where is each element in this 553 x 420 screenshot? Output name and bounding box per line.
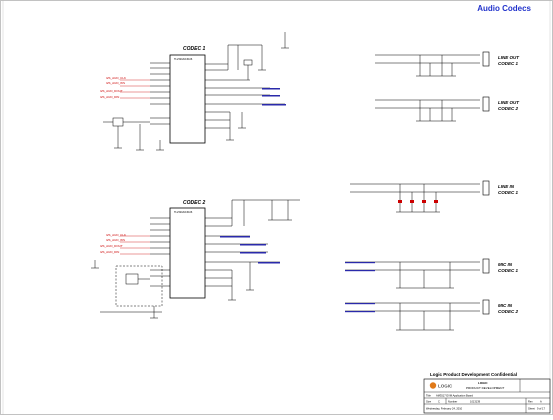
connector-mic-in-2: MIC IN CODEC 2 — [345, 299, 519, 331]
tb-title-label: Title — [426, 394, 431, 398]
codec1-net-clk: I2S_AUD_CLK — [106, 76, 126, 80]
codec1-part: TLV320AIC3106 — [174, 58, 193, 61]
conn5-line2: CODEC 2 — [498, 309, 519, 314]
codec1-block: CODEC 1 TLV320AIC3106 I2S_AUD_CLK I2S_AU… — [100, 32, 289, 151]
tb-size-label: Size — [426, 400, 432, 404]
connector-line-out-1: LINE OUT CODEC 1 — [375, 51, 520, 77]
connector-line-out-2: LINE OUT CODEC 2 — [375, 96, 520, 122]
conn4-line2: CODEC 1 — [498, 268, 519, 273]
conn2-line2: CODEC 2 — [498, 106, 519, 111]
conn4-line1: MIC IN — [498, 262, 513, 267]
conn1-line1: LINE OUT — [498, 55, 520, 60]
schematic-drawing: CODEC 1 TLV320AIC3106 I2S_AUD_CLK I2S_AU… — [0, 0, 553, 415]
tb-size-value: C — [438, 400, 440, 404]
tb-number-label: Number — [448, 400, 457, 404]
page-title: Audio Codecs — [477, 4, 531, 13]
codec1-red-nets: I2S_AUD_CLK I2S_AUD_WS I2S_AUD_DOUT I2S_… — [100, 76, 150, 99]
title-block: LOGIC LOGIC PRODUCT DEVELOPMENT Title AM… — [423, 378, 551, 414]
tb-sheet-label: Sheet — [528, 407, 535, 411]
codec1-net-dout: I2S_AUD_DOUT — [100, 89, 123, 93]
conn2-line1: LINE OUT — [498, 100, 520, 105]
logo-text: LOGIC — [438, 384, 453, 389]
codec2-red-nets: I2S_AUD_CLK I2S_AUD_WS I2S_AUD_DOUT I2S_… — [100, 233, 150, 255]
sheet-border — [0, 0, 553, 415]
tb-company: LOGIC — [478, 381, 488, 385]
codec2-net-dout: I2S_AUD_DOUT — [100, 244, 123, 248]
tb-sheet-value: 9 of 17 — [537, 407, 545, 411]
tb-rev-label: Rev — [528, 400, 533, 404]
codec1-net-ws: I2S_AUD_WS — [106, 81, 125, 85]
conn5-line1: MIC IN — [498, 303, 513, 308]
codec2-ic-body — [169, 207, 206, 299]
codec1-label: CODEC 1 — [183, 46, 205, 52]
tb-title-value: AM3517 EVM Application Board — [436, 394, 473, 398]
codec2-block: CODEC 2 TLV320AIC3106 I2S_AUD_CLK I2S_AU… — [91, 199, 300, 319]
conn3-line1: LINE IN — [498, 184, 515, 189]
codec2-net-clk: I2S_AUD_CLK — [106, 233, 126, 237]
confidential-banner: Logic Product Development Confidential — [430, 372, 517, 377]
codec2-net-din: I2S_AUD_DIN — [100, 250, 119, 254]
tb-date: Wednesday, February 24, 2010 — [426, 407, 463, 411]
codec2-net-ws: I2S_AUD_WS — [106, 238, 125, 242]
connector-mic-in-1: MIC IN CODEC 1 — [345, 258, 519, 289]
tb-dept: PRODUCT DEVELOPMENT — [466, 386, 504, 390]
schematic-sheet: CODEC 1 TLV320AIC3106 I2S_AUD_CLK I2S_AU… — [0, 0, 553, 415]
tb-number-value: 1013139 — [470, 400, 481, 404]
tb-rev-value: A — [540, 400, 542, 404]
codec2-label: CODEC 2 — [183, 200, 205, 206]
connector-line-in-1: LINE IN CODEC 1 — [350, 180, 519, 213]
codec2-part: TLV320AIC3106 — [174, 211, 193, 214]
codec1-net-din: I2S_AUD_DIN — [100, 95, 119, 99]
logic-logo-icon — [429, 382, 437, 389]
conn1-line2: CODEC 1 — [498, 61, 519, 66]
conn3-line2: CODEC 1 — [498, 190, 519, 195]
codec1-ic-body — [169, 54, 206, 144]
